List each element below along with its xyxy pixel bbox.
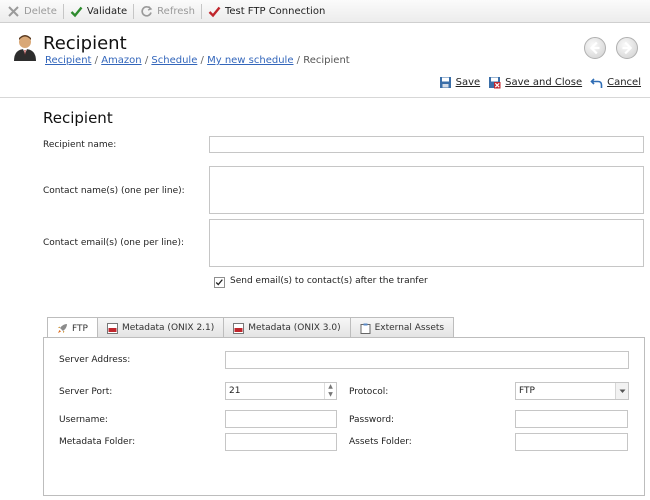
breadcrumb-current: Recipient — [303, 55, 350, 66]
recipient-name-input[interactable] — [209, 136, 644, 153]
validate-button[interactable]: Validate — [66, 0, 131, 23]
breadcrumb-link-recipient[interactable]: Recipient — [45, 55, 91, 66]
metadata-folder-label: Metadata Folder: — [59, 437, 136, 447]
toolbar-separator — [200, 3, 202, 19]
server-port-value: 21 — [229, 386, 241, 396]
arrow-left-icon — [589, 41, 600, 55]
send-email-checkbox[interactable] — [214, 277, 225, 288]
refresh-label: Refresh — [157, 5, 195, 17]
validate-label: Validate — [86, 5, 128, 17]
save-label: Save — [455, 77, 481, 88]
tab-metadata-onix-21[interactable]: Metadata (ONIX 2.1) — [96, 317, 225, 338]
tab-strip: FTP Metadata (ONIX 2.1) Metadata (ONIX 3… — [47, 317, 455, 339]
tab-metadata-onix-21-label: Metadata (ONIX 2.1) — [121, 323, 215, 333]
tab-ftp[interactable]: FTP — [47, 317, 98, 339]
next-button[interactable] — [616, 37, 638, 59]
send-email-label: Send email(s) to contact(s) after the tr… — [230, 276, 428, 286]
refresh-icon — [141, 5, 153, 17]
onix-document-icon — [233, 322, 245, 334]
tab-external-assets-label: External Assets — [374, 323, 445, 333]
breadcrumb-separator: / — [200, 55, 204, 66]
form-actions: Save Save and Close Cancel — [439, 76, 641, 89]
contact-emails-textarea[interactable] — [209, 219, 644, 267]
page-title: Recipient — [43, 33, 127, 54]
protocol-select[interactable]: FTP — [515, 382, 629, 400]
spin-up-icon: ▲ — [328, 383, 333, 390]
ftp-tab-panel: Server Address: Server Port: 21 ▲ ▼ Prot… — [43, 337, 645, 496]
contact-names-textarea[interactable] — [209, 166, 644, 214]
test-ftp-connection-button[interactable]: Test FTP Connection — [204, 0, 329, 23]
arrow-right-icon — [622, 41, 633, 55]
port-spinner[interactable]: ▲ ▼ — [324, 383, 336, 399]
save-and-close-button[interactable]: Save and Close — [488, 76, 582, 89]
cancel-label: Cancel — [607, 77, 641, 88]
metadata-folder-input[interactable] — [225, 433, 337, 451]
breadcrumb-link-my-new-schedule[interactable]: My new schedule — [207, 55, 293, 66]
floppy-disk-close-icon — [489, 77, 501, 89]
cancel-button[interactable]: Cancel — [590, 76, 641, 89]
assets-folder-input[interactable] — [515, 433, 628, 451]
test-ftp-label: Test FTP Connection — [224, 5, 326, 17]
section-title: Recipient — [43, 109, 113, 127]
password-label: Password: — [349, 415, 395, 425]
header-divider — [0, 97, 650, 98]
breadcrumb-separator: / — [296, 55, 301, 66]
user-icon — [14, 35, 36, 61]
tab-ftp-label: FTP — [72, 323, 88, 334]
server-address-label: Server Address: — [59, 355, 131, 365]
toolbar: Delete Validate Refresh Test FTP Connect… — [0, 0, 650, 23]
breadcrumb-separator: / — [144, 55, 149, 66]
previous-button[interactable] — [584, 37, 606, 59]
breadcrumb-separator: / — [94, 55, 99, 66]
breadcrumb-link-amazon[interactable]: Amazon — [101, 55, 141, 66]
save-button[interactable]: Save — [439, 76, 481, 89]
toolbar-separator — [133, 3, 135, 19]
delete-x-icon — [8, 5, 19, 17]
floppy-disk-icon — [439, 77, 451, 88]
delete-button[interactable]: Delete — [3, 0, 61, 23]
assets-folder-label: Assets Folder: — [349, 437, 412, 447]
username-input[interactable] — [225, 410, 337, 428]
protocol-label: Protocol: — [349, 387, 389, 397]
checkmark-icon — [70, 6, 83, 17]
toolbar-separator — [62, 3, 64, 19]
onix-document-icon — [106, 322, 118, 334]
server-address-input[interactable] — [225, 351, 629, 369]
delete-label: Delete — [24, 5, 57, 17]
contact-names-label: Contact name(s) (one per line): — [43, 186, 185, 196]
server-port-label: Server Port: — [59, 387, 113, 397]
checkmark-icon — [215, 279, 223, 286]
contact-emails-label: Contact email(s) (one per line): — [43, 238, 184, 248]
tab-metadata-onix-30-label: Metadata (ONIX 3.0) — [248, 323, 341, 333]
clipboard-icon — [360, 323, 371, 334]
tab-external-assets[interactable]: External Assets — [349, 317, 455, 338]
refresh-button[interactable]: Refresh — [136, 0, 199, 23]
server-port-stepper[interactable]: 21 ▲ ▼ — [225, 382, 337, 400]
save-and-close-label: Save and Close — [505, 77, 583, 88]
username-label: Username: — [59, 415, 108, 425]
tab-metadata-onix-30[interactable]: Metadata (ONIX 3.0) — [223, 317, 351, 338]
password-input[interactable] — [515, 410, 628, 428]
recipient-name-label: Recipient name: — [43, 140, 117, 150]
breadcrumb: Recipient / Amazon / Schedule / My new s… — [45, 55, 350, 66]
protocol-value: FTP — [519, 386, 535, 396]
dropdown-toggle[interactable] — [615, 383, 628, 399]
chevron-down-icon — [619, 389, 626, 393]
rocket-icon — [58, 324, 67, 333]
spin-down-icon: ▼ — [328, 391, 333, 398]
breadcrumb-link-schedule[interactable]: Schedule — [151, 55, 197, 66]
checkmark-icon — [208, 6, 221, 17]
undo-arrow-icon — [590, 78, 603, 88]
